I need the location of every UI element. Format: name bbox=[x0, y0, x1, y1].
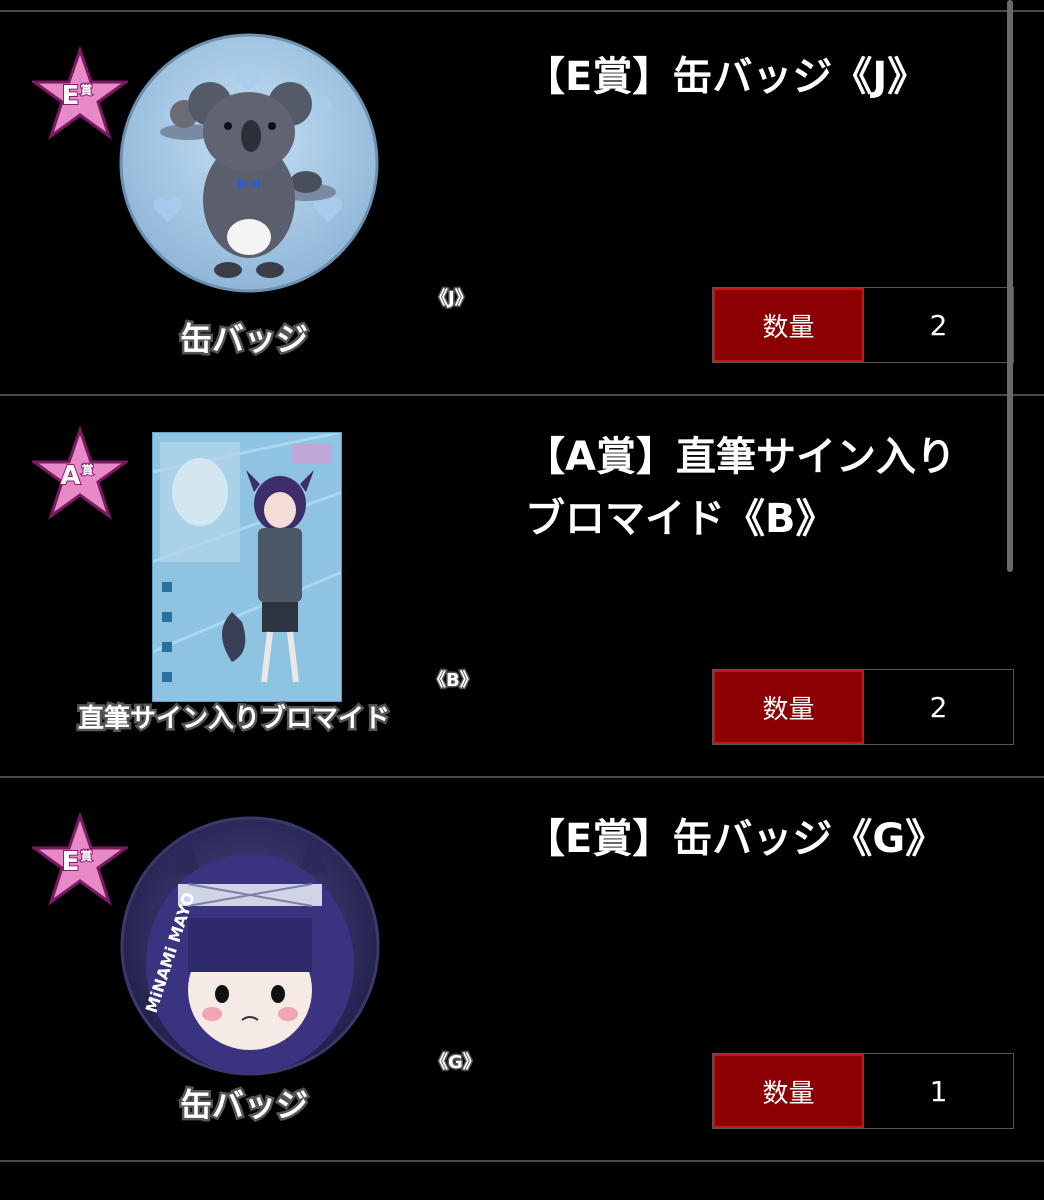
quantity-label: 数量 bbox=[713, 670, 864, 744]
prize-item[interactable]: E賞 bbox=[0, 12, 1044, 394]
row-divider bbox=[0, 1160, 1044, 1162]
item-title-line: ブロマイド《B》 bbox=[525, 496, 836, 542]
quantity-value[interactable]: 2 bbox=[864, 288, 1013, 362]
rank-star-icon: E賞 bbox=[29, 811, 131, 908]
prize-item[interactable]: A賞 直筆サイン入りブロマイド 《B》 【A賞】直筆サイン入り ブロマイド《B》… bbox=[0, 396, 1044, 778]
variant-mark: 《B》 bbox=[427, 669, 480, 693]
scrollbar[interactable] bbox=[1007, 0, 1013, 572]
item-title[interactable]: 【A賞】直筆サイン入り ブロマイド《B》 bbox=[525, 426, 1015, 550]
quantity-label: 数量 bbox=[713, 288, 864, 362]
quantity-box: 数量 1 bbox=[712, 1053, 1014, 1129]
quantity-box: 数量 2 bbox=[712, 669, 1014, 745]
item-title[interactable]: 【E賞】缶バッジ《G》 bbox=[525, 808, 1015, 870]
prize-list: E賞 缶バッジ 《J》 【E賞】缶バッジ《J》 数量 2 A 賞 直筆サイン入り… bbox=[0, 0, 1044, 1200]
quantity-value[interactable]: 2 bbox=[864, 670, 1013, 744]
variant-mark: 《J》 bbox=[429, 287, 475, 311]
item-title[interactable]: 【E賞】缶バッジ《J》 bbox=[525, 46, 1015, 108]
variant-mark: 《G》 bbox=[429, 1051, 483, 1075]
thumb-caption: 直筆サイン入りブロマイド bbox=[75, 702, 392, 737]
rank-star-icon: E賞 bbox=[29, 45, 131, 142]
bromide-thumbnail[interactable] bbox=[151, 430, 343, 703]
thumb-caption: 缶バッジ bbox=[177, 1084, 310, 1127]
quantity-label: 数量 bbox=[713, 1054, 864, 1128]
item-title-line: 【A賞】直筆サイン入り bbox=[525, 434, 956, 480]
rank-star-icon: A賞 bbox=[29, 425, 131, 522]
badge-thumbnail[interactable] bbox=[118, 32, 380, 294]
thumb-caption: 缶バッジ bbox=[177, 318, 310, 361]
quantity-value[interactable]: 1 bbox=[864, 1054, 1013, 1128]
quantity-box: 数量 2 bbox=[712, 287, 1014, 363]
badge-thumbnail[interactable]: MiNAMi MAYO bbox=[118, 814, 382, 1078]
prize-item[interactable]: E賞 bbox=[0, 778, 1044, 1160]
